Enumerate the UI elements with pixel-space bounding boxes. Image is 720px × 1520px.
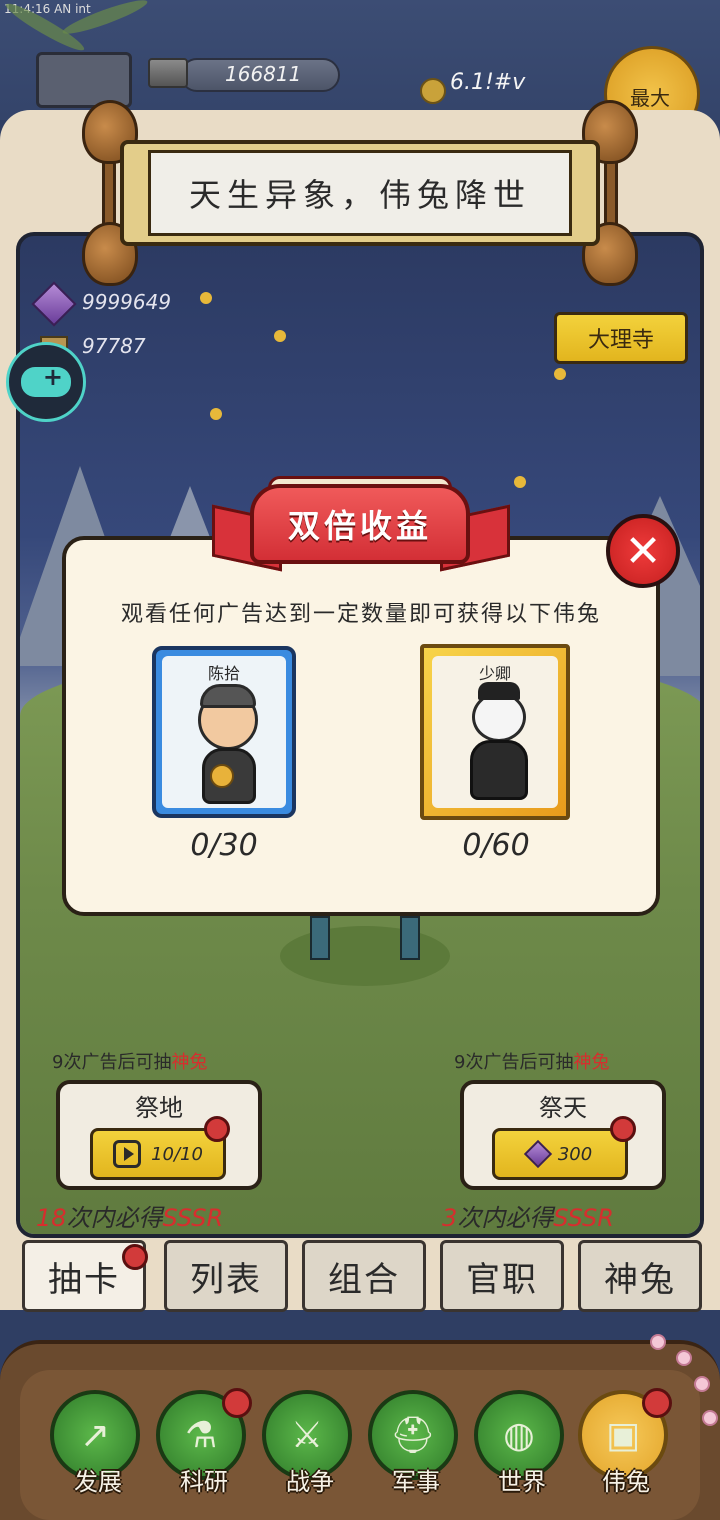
character-hat: [200, 684, 256, 708]
card-name: 少卿: [478, 664, 511, 683]
character-body: [470, 740, 528, 800]
card-progress: 0/60: [462, 828, 530, 863]
popup-message: 观看任何广告达到一定数量即可获得以下伟兔: [120, 602, 601, 627]
close-icon: ✕: [624, 525, 662, 577]
popup-title-ribbon: 双倍收益: [250, 484, 470, 564]
card-portrait: 陈拾: [162, 656, 286, 808]
card-portrait: 少卿: [432, 656, 558, 808]
coin-item: [210, 764, 234, 788]
popup-title: 双倍收益: [287, 507, 432, 545]
card-name: 陈拾: [207, 664, 240, 683]
character-hat: [478, 682, 520, 700]
card-progress: 0/30: [190, 828, 258, 863]
reward-card-shaoqing[interactable]: 少卿: [420, 644, 570, 820]
close-button[interactable]: ✕: [606, 514, 680, 588]
reward-card-chenshi[interactable]: 陈拾: [152, 646, 296, 818]
